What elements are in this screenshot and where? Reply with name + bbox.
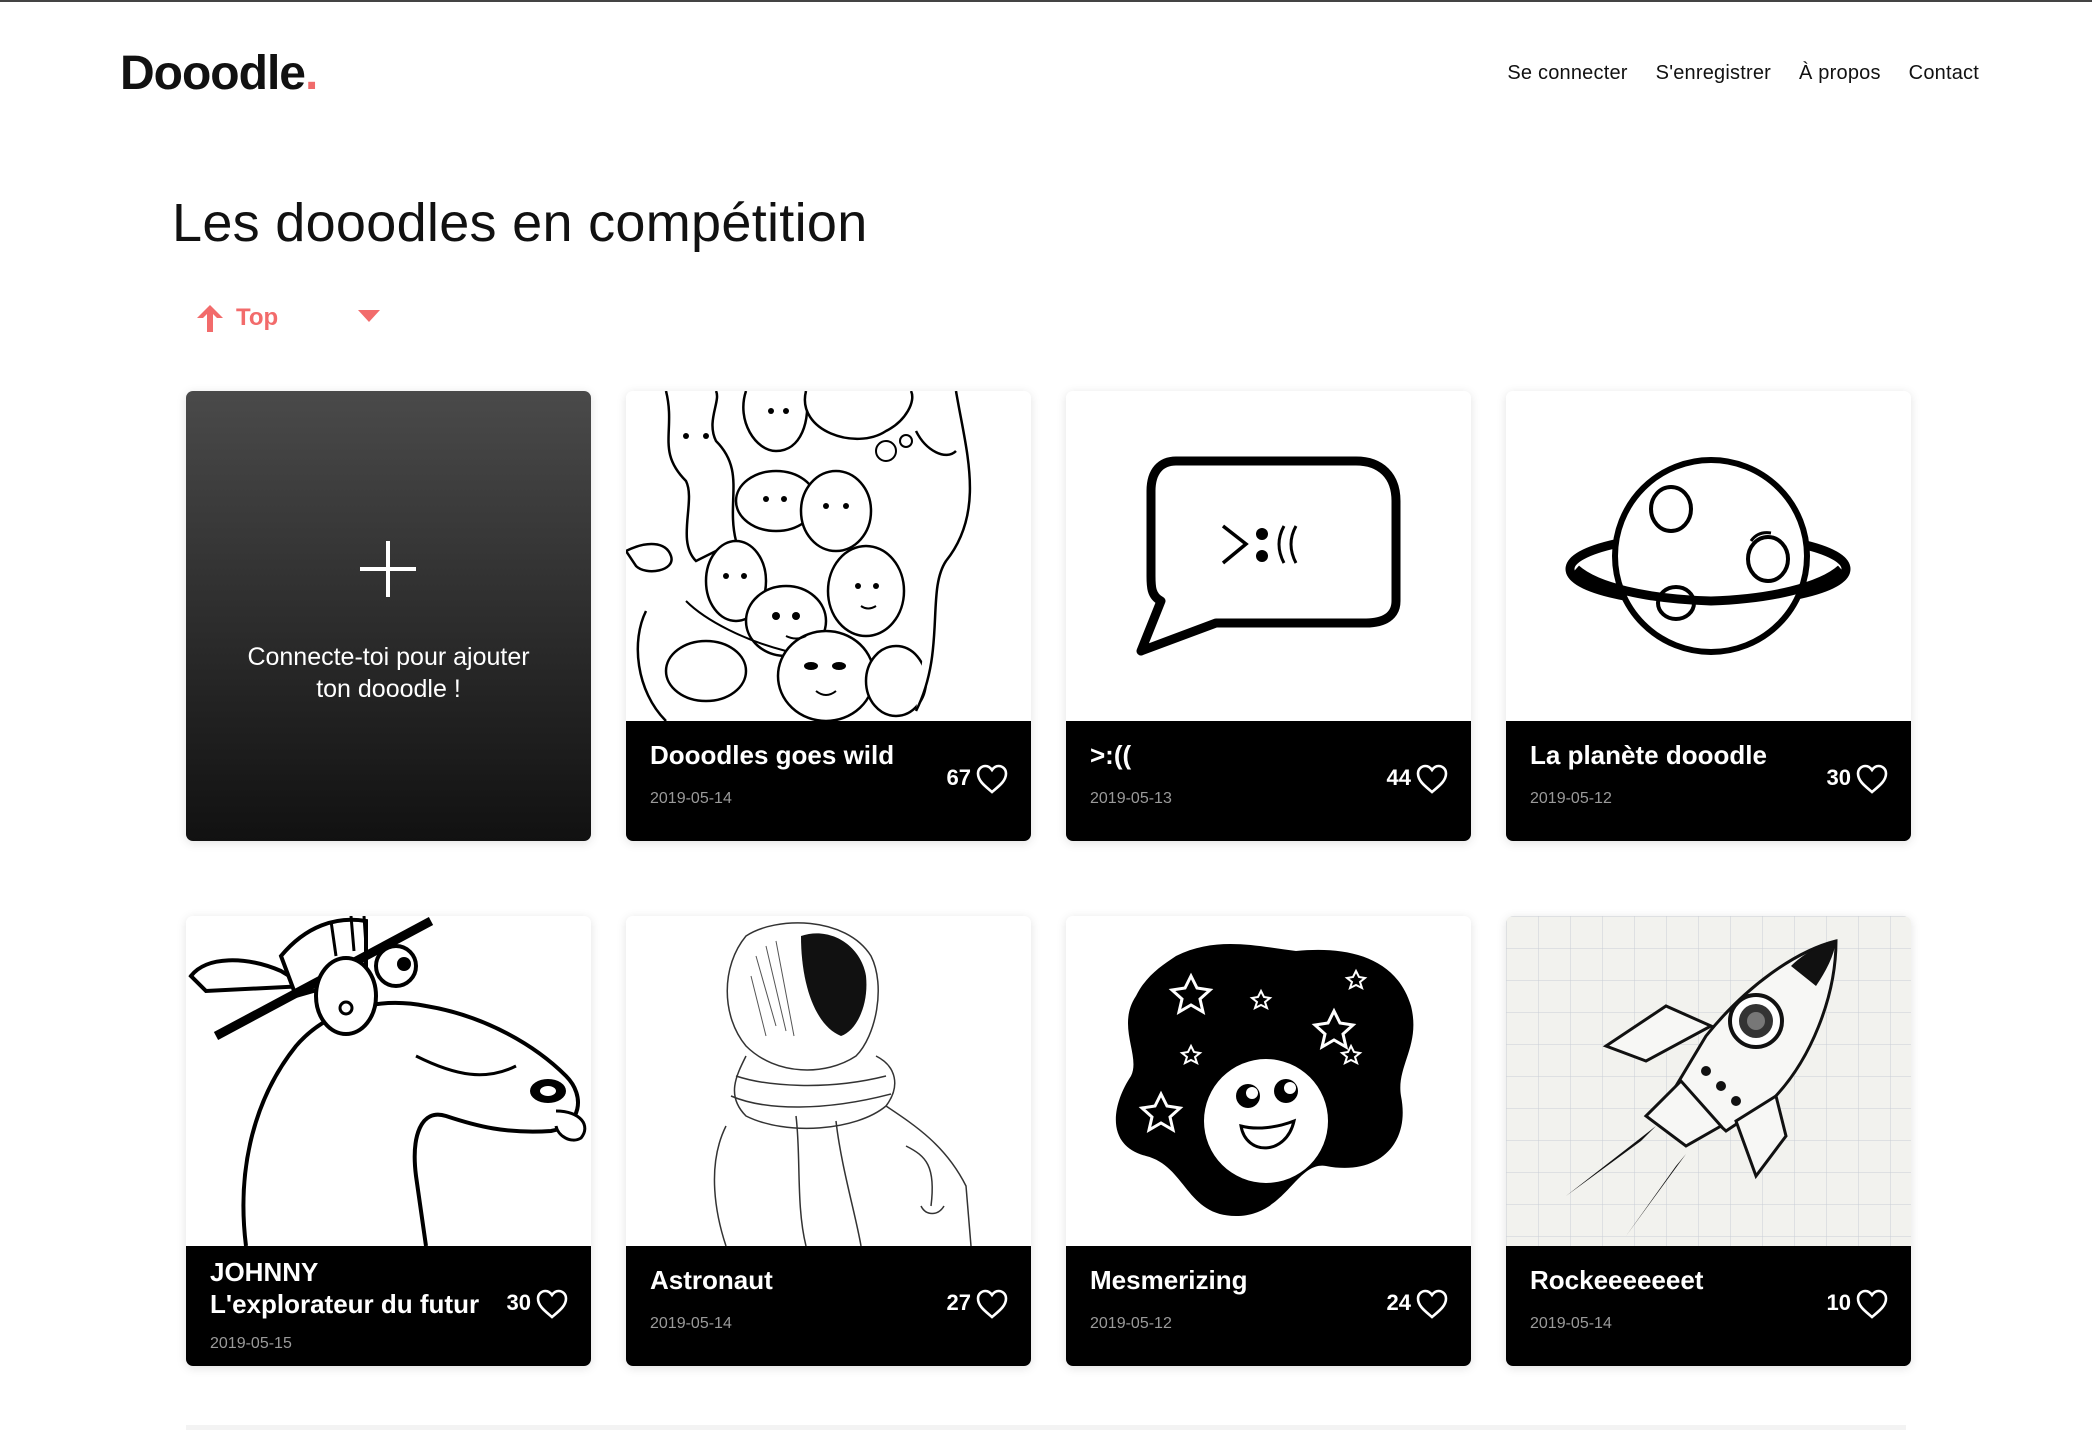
like-count: 27 xyxy=(946,1290,971,1315)
next-row-hint xyxy=(186,1425,1906,1430)
top-border xyxy=(0,0,2092,2)
logo-text: Dooodle xyxy=(120,47,306,100)
doodle-card[interactable]: Rockeeeeeeet 2019-05-14 10 xyxy=(1506,916,1911,1366)
nav-contact-link[interactable]: Contact xyxy=(1909,62,1979,85)
like-count: 30 xyxy=(506,1290,531,1315)
doodle-image-speech-bubble xyxy=(1066,391,1471,721)
like-count: 44 xyxy=(1386,765,1411,790)
doodle-date: 2019-05-13 xyxy=(1090,790,1172,807)
heart-icon[interactable] xyxy=(1855,763,1889,795)
space-blob-illustration xyxy=(1115,944,1414,1216)
doodle-image-rocket xyxy=(1506,916,1911,1246)
doodle-title: La planète dooodle xyxy=(1530,740,1767,770)
llama-illustration xyxy=(188,916,587,1246)
doodle-card-footer: Rockeeeeeeet 2019-05-14 10 xyxy=(1506,1246,1911,1366)
nav-login-link[interactable]: Se connecter xyxy=(1507,62,1627,85)
logo[interactable]: Dooodle. xyxy=(120,46,318,101)
doodle-date: 2019-05-14 xyxy=(650,1315,732,1332)
like-count: 67 xyxy=(946,765,971,790)
astronaut-illustration xyxy=(713,922,972,1246)
doodle-card[interactable]: Dooodles goes wild 2019-05-14 67 xyxy=(626,391,1031,841)
doodle-date: 2019-05-12 xyxy=(1090,1315,1172,1332)
like-count: 10 xyxy=(1826,1290,1851,1315)
doodle-card-footer: Astronaut 2019-05-14 27 xyxy=(626,1246,1031,1366)
heart-icon[interactable] xyxy=(535,1288,569,1320)
caret-down-icon[interactable] xyxy=(358,310,380,324)
doodle-image-llama xyxy=(186,916,591,1246)
heart-icon[interactable] xyxy=(1415,763,1449,795)
speech-bubble-illustration xyxy=(1136,456,1401,656)
doodle-title: Rockeeeeeeet xyxy=(1530,1265,1704,1295)
plus-icon xyxy=(360,541,416,597)
doodle-date: 2019-05-15 xyxy=(210,1335,292,1352)
doodle-title-line-1: JOHNNY xyxy=(210,1257,319,1287)
like-count: 24 xyxy=(1386,1290,1411,1315)
add-doodle-card[interactable]: Connecte-toi pour ajouter ton dooodle ! xyxy=(186,391,591,841)
nav-about-link[interactable]: À propos xyxy=(1799,62,1881,85)
doodle-card-footer: JOHNNY L'explorateur du futur 2019-05-15… xyxy=(186,1246,591,1366)
doodle-image-astronaut xyxy=(626,916,1031,1246)
doodle-title: Mesmerizing xyxy=(1090,1265,1248,1295)
heart-icon[interactable] xyxy=(975,1288,1009,1320)
monsters-illustration xyxy=(626,391,972,721)
heart-icon[interactable] xyxy=(1415,1288,1449,1320)
page-title: Les dooodles en compétition xyxy=(172,193,868,253)
heart-icon[interactable] xyxy=(975,763,1009,795)
doodle-image-monsters xyxy=(626,391,1031,721)
doodle-card[interactable]: Astronaut 2019-05-14 27 xyxy=(626,916,1031,1366)
doodle-card-footer: La planète dooodle 2019-05-12 30 xyxy=(1506,721,1911,841)
doodle-title: >:(( xyxy=(1090,740,1132,770)
doodle-card[interactable]: La planète dooodle 2019-05-12 30 xyxy=(1506,391,1911,841)
doodle-title: JOHNNY L'explorateur du futur xyxy=(210,1256,480,1320)
doodle-card-footer: Mesmerizing 2019-05-12 24 xyxy=(1066,1246,1471,1366)
sort-label: Top xyxy=(236,304,279,331)
logo-dot: . xyxy=(304,47,318,100)
doodle-card[interactable]: >:(( 2019-05-13 44 xyxy=(1066,391,1471,841)
rocket-illustration xyxy=(1506,916,1911,1246)
main-nav: Se connecter S'enregistrer À propos Cont… xyxy=(1507,62,1979,85)
doodle-card-footer: Dooodles goes wild 2019-05-14 67 xyxy=(626,721,1031,841)
nav-register-link[interactable]: S'enregistrer xyxy=(1656,62,1771,85)
arrow-up-icon xyxy=(197,305,223,332)
doodle-title-line-2: L'explorateur du futur xyxy=(210,1289,480,1319)
doodle-date: 2019-05-12 xyxy=(1530,790,1612,807)
add-doodle-message: Connecte-toi pour ajouter ton dooodle ! xyxy=(186,641,591,705)
doodle-date: 2019-05-14 xyxy=(650,790,732,807)
doodle-card[interactable]: JOHNNY L'explorateur du futur 2019-05-15… xyxy=(186,916,591,1366)
doodle-date: 2019-05-14 xyxy=(1530,1315,1612,1332)
doodle-title: Astronaut xyxy=(650,1265,773,1295)
like-count: 30 xyxy=(1826,765,1851,790)
doodle-title: Dooodles goes wild xyxy=(650,740,895,770)
sort-dropdown[interactable]: Top xyxy=(194,300,380,336)
add-doodle-line-1: Connecte-toi pour ajouter xyxy=(247,643,530,671)
doodle-image-planet xyxy=(1506,391,1911,721)
add-doodle-line-2: ton dooodle ! xyxy=(316,675,461,703)
doodle-card-footer: >:(( 2019-05-13 44 xyxy=(1066,721,1471,841)
doodle-card[interactable]: Mesmerizing 2019-05-12 24 xyxy=(1066,916,1471,1366)
heart-icon[interactable] xyxy=(1855,1288,1889,1320)
doodle-image-space-blob xyxy=(1066,916,1471,1246)
planet-illustration xyxy=(1565,457,1851,655)
